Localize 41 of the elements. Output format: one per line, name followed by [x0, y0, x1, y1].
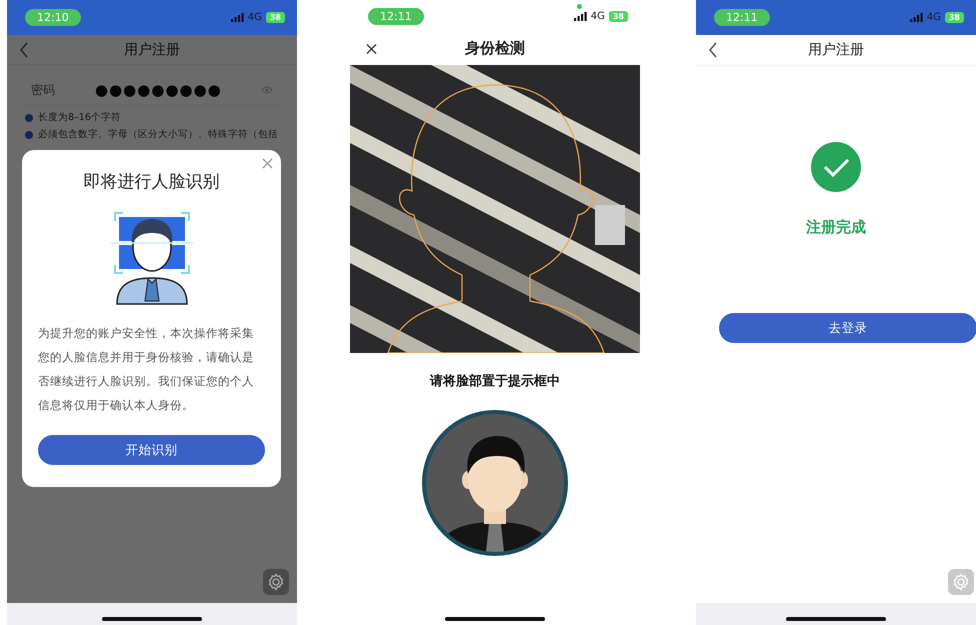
hint-text: 必须包含数字、字母（区分大小写）、特殊字符（包括: [38, 128, 278, 141]
success-message: 注册完成: [806, 218, 866, 237]
close-icon: [366, 43, 377, 54]
prompt-text: 请将脸部置于提示框中: [430, 372, 560, 390]
time-pill: 12:10: [25, 9, 81, 26]
close-icon: [262, 158, 273, 169]
info-icon: [25, 130, 33, 138]
hint-text: 长度为8–16个字符: [38, 111, 121, 124]
page-title: 身份检测: [465, 39, 525, 58]
signal-icon: [910, 13, 923, 22]
network-label: 4G: [926, 12, 941, 23]
login-button[interactable]: 去登录: [719, 313, 976, 343]
start-button[interactable]: 开始识别: [38, 435, 265, 465]
back-button[interactable]: [19, 42, 29, 58]
dialog-title: 即将进行人脸识别: [84, 171, 220, 193]
settings-button[interactable]: [263, 569, 289, 595]
battery-indicator: 38: [608, 10, 628, 22]
password-field[interactable]: ●●●●●●●●●: [95, 81, 261, 99]
privacy-dot-icon: [576, 4, 582, 8]
battery-indicator: 38: [266, 12, 285, 23]
settings-icon: [267, 573, 285, 591]
success-check-icon: [811, 142, 861, 192]
network-label: 4G: [590, 10, 605, 22]
close-button[interactable]: [366, 43, 377, 54]
signal-icon: [574, 12, 587, 20]
field-label: 密码: [31, 82, 56, 98]
back-button[interactable]: [708, 42, 718, 58]
consent-text: 为提升您的账户安全性，本次操作将采集您的人脸信息并用于身份核验，请确认是否继续进行人脸识别。我们保证您的个人信息将仅用于确认本人身份。: [38, 325, 255, 414]
back-icon: [19, 42, 29, 58]
battery-indicator: 38: [944, 12, 964, 23]
settings-button[interactable]: [948, 569, 974, 595]
signal-icon: [230, 13, 244, 22]
info-icon: [25, 114, 33, 122]
time-pill: 12:11: [714, 9, 770, 26]
settings-icon: [952, 573, 970, 591]
page-title: 用户注册: [124, 40, 180, 58]
eye-icon[interactable]: [261, 86, 273, 94]
network-label: 4G: [248, 12, 262, 23]
back-icon: [708, 42, 718, 58]
time-pill: 12:11: [368, 8, 424, 24]
page-title: 用户注册: [808, 41, 864, 59]
